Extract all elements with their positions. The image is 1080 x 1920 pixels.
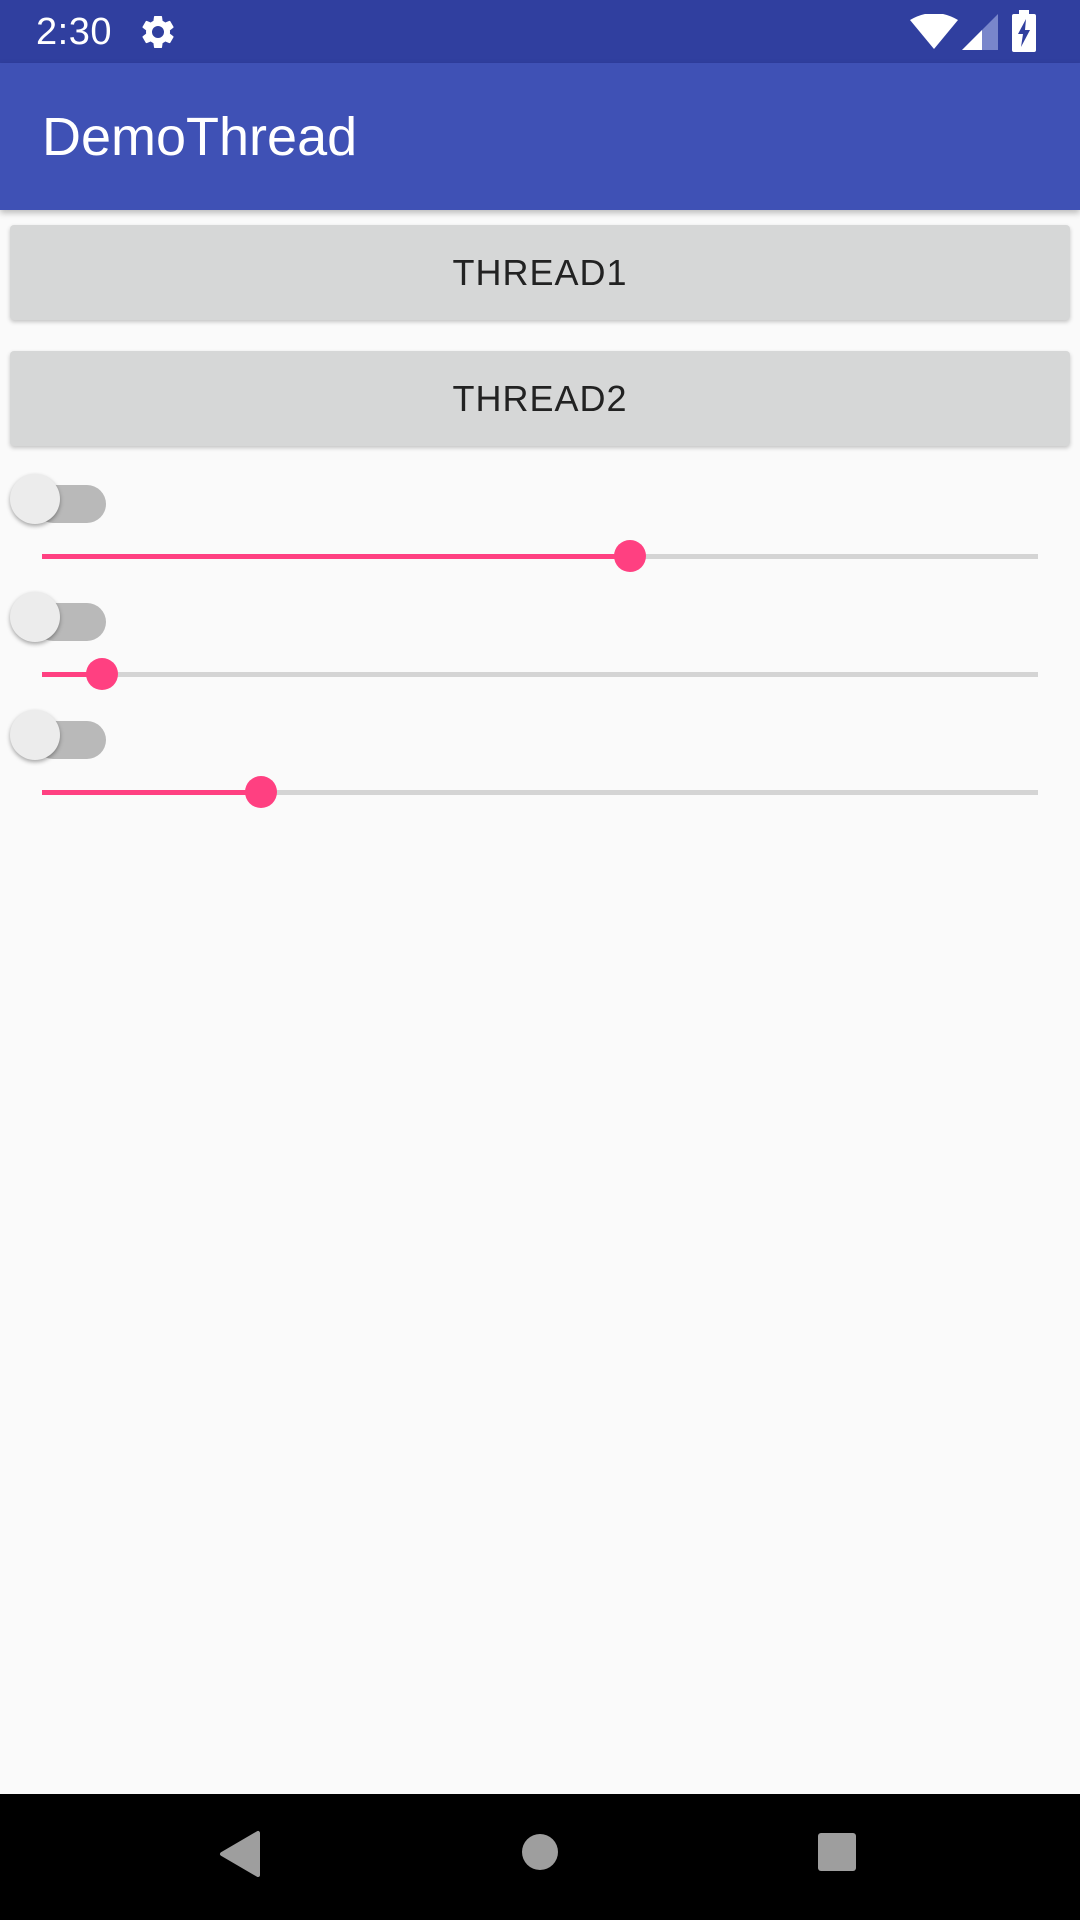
battery-charging-icon (1012, 10, 1036, 52)
status-time: 2:30 (36, 11, 112, 53)
thread2-button[interactable]: THREAD2 (10, 351, 1070, 446)
cell-signal-icon (962, 14, 998, 50)
recents-icon[interactable] (816, 1831, 858, 1873)
switch-thumb (10, 592, 60, 642)
switch-2[interactable] (10, 588, 106, 642)
home-icon[interactable] (519, 1831, 561, 1873)
app-bar: DemoThread (0, 63, 1080, 210)
seekbar-thumb[interactable] (245, 776, 278, 808)
seekbar-thumb[interactable] (85, 658, 118, 690)
seekbar-progress (42, 554, 630, 559)
switch-thumb (10, 710, 60, 760)
seekbar-3[interactable] (42, 772, 1038, 812)
switch-1[interactable] (10, 470, 106, 524)
seekbar-progress (42, 790, 262, 795)
switch-thumb (10, 474, 60, 524)
seekbar-2[interactable] (42, 654, 1038, 694)
settings-gear-icon (142, 15, 174, 48)
seekbar-thumb[interactable] (613, 540, 646, 572)
switch-3[interactable] (10, 706, 106, 760)
thread1-button[interactable]: THREAD1 (10, 225, 1070, 320)
back-icon[interactable] (216, 1829, 266, 1879)
status-bar: 2:30 (0, 0, 1080, 63)
app-title: DemoThread (42, 107, 358, 167)
seekbar-rail (42, 672, 1038, 677)
navigation-bar (0, 1794, 1080, 1920)
seekbar-1[interactable] (42, 536, 1038, 576)
wifi-icon (910, 14, 958, 49)
